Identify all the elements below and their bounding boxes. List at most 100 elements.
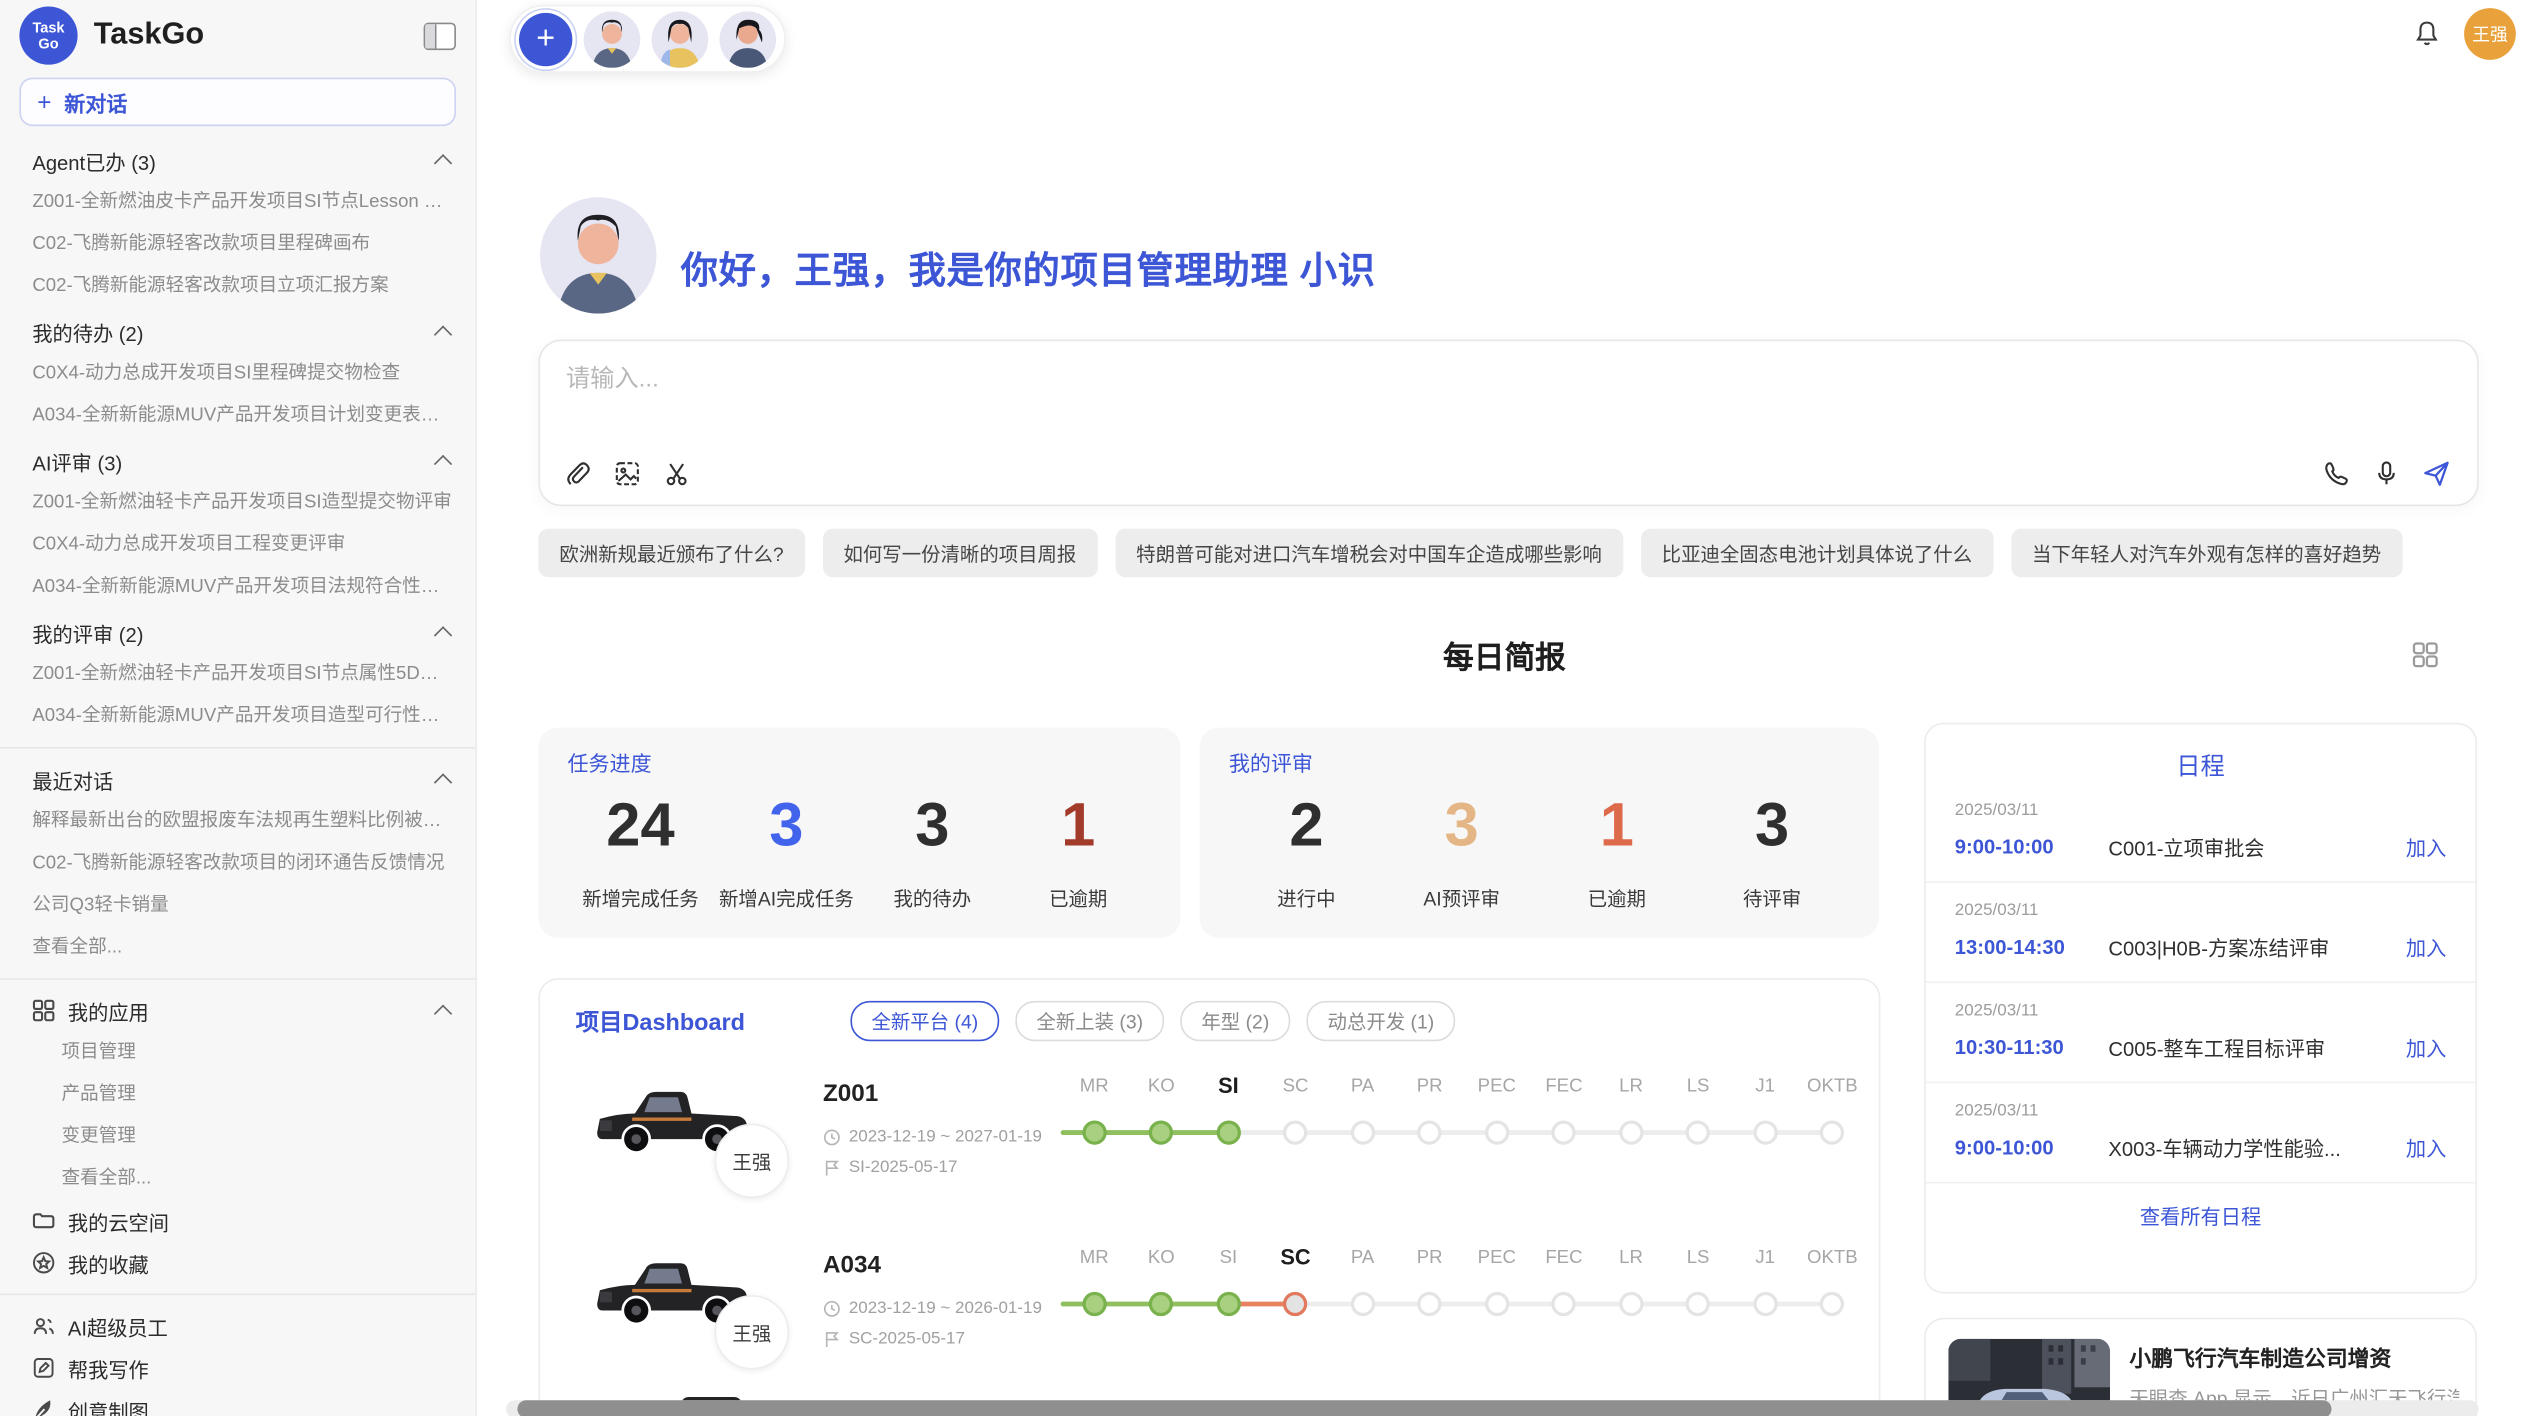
attachment-icon[interactable] bbox=[563, 459, 592, 488]
project-row[interactable]: 王强 A034 2023-12-19 ~ 2026-01-19 SC-2025-… bbox=[540, 1226, 1879, 1384]
sidebar-section-recent[interactable]: 最近对话 bbox=[0, 758, 475, 800]
send-icon[interactable] bbox=[2422, 459, 2451, 488]
project-dates: 2023-12-19 ~ 2026-01-19 bbox=[823, 1298, 1042, 1317]
favorites-label: 我的收藏 bbox=[68, 1247, 450, 1278]
event-date: 2025/03/11 bbox=[1955, 800, 2447, 819]
sidebar-section-my-todo[interactable]: 我的待办 (2) bbox=[0, 310, 475, 352]
suggestion-chip[interactable]: 如何写一份清晰的项目周报 bbox=[822, 529, 1097, 578]
plus-icon: + bbox=[37, 88, 51, 115]
view-all-schedule-link[interactable]: 查看所有日程 bbox=[1926, 1200, 2476, 1231]
recent-view-all-link[interactable]: 查看全部... bbox=[0, 926, 475, 968]
task-item[interactable]: Z001-全新燃油轻卡产品开发项目SI节点属性5D文件评审 bbox=[0, 653, 475, 695]
milestone-dot bbox=[1619, 1120, 1643, 1144]
join-link[interactable]: 加入 bbox=[2406, 931, 2446, 962]
horizontal-scrollbar-thumb[interactable] bbox=[517, 1400, 2331, 1416]
sidebar-item-ai-staff[interactable]: AI超级员工 bbox=[0, 1305, 475, 1347]
task-item[interactable]: A034-全新新能源MUV产品开发项目法规符合性评审 bbox=[0, 566, 475, 608]
chevron-up-icon bbox=[434, 325, 452, 343]
join-link[interactable]: 加入 bbox=[2406, 831, 2446, 862]
main-content: + 王强 你好，王强，我是你的项目管理助理 小识 bbox=[477, 0, 2532, 1416]
star-icon bbox=[32, 1251, 55, 1274]
milestone-dot bbox=[1217, 1120, 1241, 1144]
section-title: Agent已办 (3) bbox=[32, 145, 436, 176]
greeting-text: 你好，王强，我是你的项目管理助理 小识 bbox=[681, 239, 1376, 294]
sidebar-section-ai-review[interactable]: AI评审 (3) bbox=[0, 440, 475, 482]
sidebar-item-favorites[interactable]: 我的收藏 bbox=[0, 1242, 475, 1284]
schedule-event: 2025/03/11 13:00-14:30C003|H0B-方案冻结评审加入 bbox=[1926, 883, 2476, 983]
project-milestone-flag: SC-2025-05-17 bbox=[823, 1329, 965, 1348]
my-review-card: 我的评审 2进行中 3AI预评审 1已逾期 3待评审 bbox=[1200, 728, 1879, 938]
suggestion-chip[interactable]: 欧洲新规最近颁布了什么? bbox=[538, 529, 804, 578]
project-row[interactable]: 王强 Z001 2023-12-19 ~ 2027-01-19 SI-2025-… bbox=[540, 1054, 1879, 1212]
task-item[interactable]: C02-飞腾新能源轻客改款项目里程碑画布 bbox=[0, 223, 475, 265]
creative-draw-label: 创意制图 bbox=[68, 1395, 450, 1416]
people-icon bbox=[32, 1315, 55, 1338]
recent-chat-item[interactable]: 公司Q3轻卡销量 bbox=[0, 884, 475, 926]
apps-view-all-link[interactable]: 查看全部... bbox=[0, 1158, 475, 1200]
milestone-dot bbox=[1753, 1120, 1777, 1144]
card-title: 任务进度 bbox=[568, 747, 1152, 778]
scissors-icon[interactable] bbox=[663, 459, 692, 488]
milestone-dot bbox=[1686, 1292, 1710, 1316]
stat-new-ai-done: 3新增AI完成任务 bbox=[713, 791, 859, 912]
message-input[interactable] bbox=[563, 364, 2186, 395]
sidebar-item-cloud-space[interactable]: 我的云空间 bbox=[0, 1200, 475, 1242]
add-assistant-button[interactable]: + bbox=[519, 12, 572, 65]
notification-bell-icon[interactable] bbox=[2412, 19, 2441, 48]
section-title: 我的待办 (2) bbox=[32, 316, 436, 347]
sidebar-item-help-write[interactable]: 帮我写作 bbox=[0, 1347, 475, 1389]
suggestion-chip[interactable]: 当下年轻人对汽车外观有怎样的喜好趋势 bbox=[2011, 529, 2402, 578]
sidebar-item-my-apps[interactable]: 我的应用 bbox=[0, 990, 475, 1032]
recent-chat-item[interactable]: 解释最新出台的欧盟报废车法规再生塑料比例被调至15%... bbox=[0, 800, 475, 842]
sidebar-section-my-review[interactable]: 我的评审 (2) bbox=[0, 611, 475, 653]
task-item[interactable]: Z001-全新燃油轻卡产品开发项目SI造型提交物评审 bbox=[0, 482, 475, 524]
task-item[interactable]: Z001-全新燃油皮卡产品开发项目SI节点Lesson Learn报告 bbox=[0, 181, 475, 223]
suggestion-chip[interactable]: 特朗普可能对进口汽车增税会对中国车企造成哪些影响 bbox=[1115, 529, 1623, 578]
microphone-icon[interactable] bbox=[2372, 459, 2401, 488]
chevron-up-icon bbox=[434, 625, 452, 643]
filter-year-model[interactable]: 年型 (2) bbox=[1180, 1001, 1290, 1041]
sidebar-item-creative-draw[interactable]: 创意制图 bbox=[0, 1389, 475, 1416]
filter-powertrain[interactable]: 动总开发 (1) bbox=[1306, 1001, 1455, 1041]
task-item[interactable]: A034-全新新能源MUV产品开发项目造型可行性评审 bbox=[0, 695, 475, 737]
sidebar-section-agent-done[interactable]: Agent已办 (3) bbox=[0, 139, 475, 181]
user-avatar[interactable]: 王强 bbox=[2464, 8, 2516, 60]
layout-grid-icon[interactable] bbox=[2412, 642, 2438, 668]
milestone-dot bbox=[1217, 1292, 1241, 1316]
assistant-avatar-2[interactable] bbox=[652, 11, 709, 68]
recent-chat-item[interactable]: C02-飞腾新能源轻客改款项目的闭环通告反馈情况 bbox=[0, 842, 475, 884]
milestone-dot bbox=[1417, 1292, 1441, 1316]
app-link-change-mgmt[interactable]: 变更管理 bbox=[0, 1116, 475, 1158]
app-link-project-mgmt[interactable]: 项目管理 bbox=[0, 1032, 475, 1074]
task-item[interactable]: C0X4-动力总成开发项目工程变更评审 bbox=[0, 524, 475, 566]
assistant-avatar-1[interactable] bbox=[584, 11, 641, 68]
filter-new-body[interactable]: 全新上装 (3) bbox=[1015, 1001, 1164, 1041]
my-apps-label: 我的应用 bbox=[68, 995, 437, 1026]
assistant-avatar-3[interactable] bbox=[720, 11, 777, 68]
phone-icon[interactable] bbox=[2322, 459, 2351, 488]
collapse-sidebar-icon[interactable] bbox=[424, 22, 456, 49]
image-icon[interactable] bbox=[613, 459, 642, 488]
task-item[interactable]: A034-全新新能源MUV产品开发项目计划变更表编写 bbox=[0, 395, 475, 437]
chevron-up-icon bbox=[434, 454, 452, 472]
new-chat-button[interactable]: + 新对话 bbox=[19, 78, 456, 127]
join-link[interactable]: 加入 bbox=[2406, 1132, 2446, 1163]
clock-icon bbox=[823, 1128, 841, 1146]
task-item[interactable]: C0X4-动力总成开发项目SI里程碑提交物检查 bbox=[0, 352, 475, 394]
flag-icon bbox=[823, 1330, 841, 1348]
task-item[interactable]: C02-飞腾新能源轻客改款项目立项汇报方案 bbox=[0, 265, 475, 307]
sidebar-header: Task Go TaskGo bbox=[0, 0, 475, 71]
milestone-dot bbox=[1082, 1292, 1106, 1316]
app-link-product-mgmt[interactable]: 产品管理 bbox=[0, 1074, 475, 1116]
join-link[interactable]: 加入 bbox=[2406, 1032, 2446, 1063]
event-date: 2025/03/11 bbox=[1955, 1101, 2447, 1120]
filter-new-platform[interactable]: 全新平台 (4) bbox=[850, 1001, 999, 1041]
grid-icon bbox=[32, 999, 55, 1022]
milestone-dot bbox=[1820, 1292, 1844, 1316]
section-title: AI评审 (3) bbox=[32, 445, 436, 476]
divider bbox=[0, 978, 475, 980]
suggestion-chip[interactable]: 比亚迪全固态电池计划具体说了什么 bbox=[1641, 529, 1994, 578]
event-name: C003|H0B-方案冻结评审 bbox=[2108, 931, 2405, 962]
clock-icon bbox=[823, 1299, 841, 1317]
sidebar: Task Go TaskGo + 新对话 Agent已办 (3) Z001-全新… bbox=[0, 0, 477, 1416]
